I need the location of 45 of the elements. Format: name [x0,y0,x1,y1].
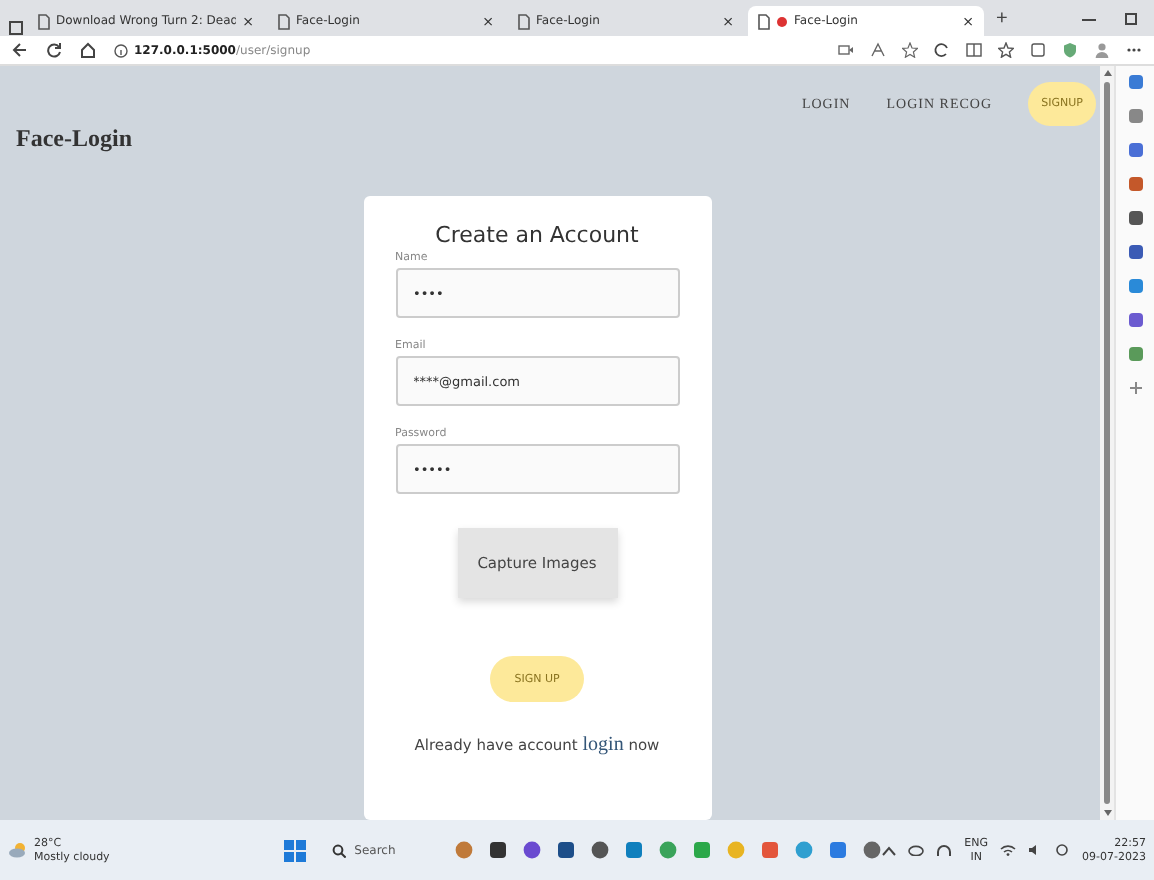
home-icon[interactable] [80,42,96,58]
camera-icon[interactable] [838,42,854,58]
wifi-icon[interactable] [1000,844,1017,856]
scrollbar[interactable] [1100,66,1114,820]
taskbar-app-icon[interactable] [590,840,611,860]
info-icon [114,43,128,57]
form-title: Create an Account [435,222,639,248]
read-aloud-icon[interactable] [870,42,886,58]
page-icon [518,13,530,29]
window-icon [8,20,24,36]
sidebar-app-icon[interactable] [1127,312,1143,328]
shield-icon[interactable] [1062,42,1078,58]
chevron-up-icon[interactable] [882,845,897,855]
reload-icon[interactable] [46,42,62,58]
sidebar-app-icon[interactable] [1127,176,1143,192]
sidebar-app-icon[interactable] [1127,108,1143,124]
profile-icon[interactable] [1094,42,1110,58]
sidebar-app-icon[interactable] [1127,142,1143,158]
page-icon [758,13,770,29]
sidebar-app-icon[interactable] [1127,244,1143,260]
taskbar-app-icon[interactable] [488,840,509,860]
sidebar-app-icon[interactable] [1127,346,1143,362]
scroll-down-icon [1103,810,1111,816]
windows-start-icon[interactable] [284,839,307,861]
sidebar-app-icon[interactable] [1127,210,1143,226]
favorites-icon[interactable] [998,42,1014,58]
add-icon[interactable] [1127,380,1143,396]
cloud-sun-icon [8,842,28,858]
page-icon [38,13,50,29]
back-icon[interactable] [12,42,28,58]
recording-dot-icon [776,15,788,27]
new-tab-button[interactable]: + [988,7,1016,29]
split-screen-icon[interactable] [966,42,982,58]
taskbar-app-icon[interactable] [556,840,577,860]
taskbar-app-icon[interactable] [522,840,543,860]
page-icon [278,13,290,29]
sidebar-app-icon[interactable] [1127,74,1143,90]
star-icon[interactable] [902,42,918,58]
sidebar-app-icon[interactable] [1127,278,1143,294]
site-logo-text: Face-Login [16,124,132,154]
scroll-up-icon [1103,70,1111,76]
login-link[interactable]: login [582,734,624,756]
search-icon [332,843,347,857]
taskbar-app-icon[interactable] [862,840,883,860]
restore-icon[interactable] [1124,11,1138,25]
